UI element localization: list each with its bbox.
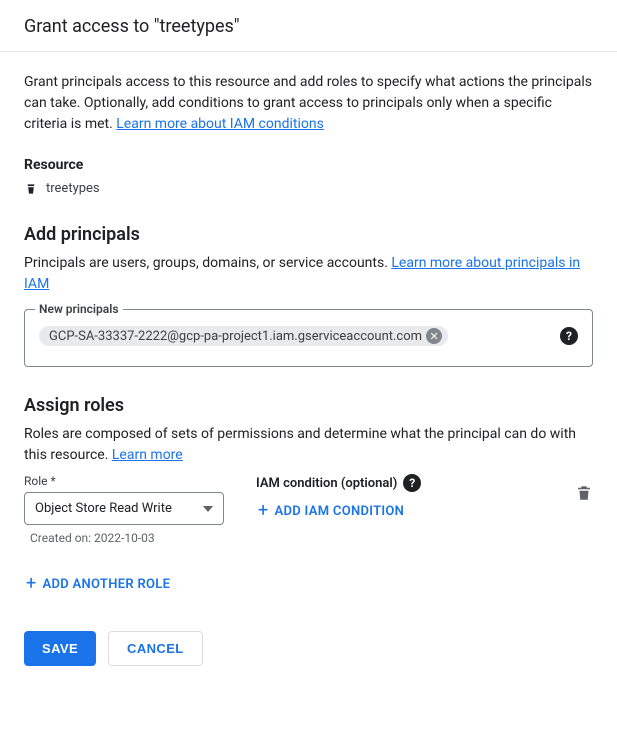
assign-roles-heading: Assign roles xyxy=(24,395,593,416)
role-field-label: Role * xyxy=(24,474,224,488)
help-icon[interactable]: ? xyxy=(560,327,578,345)
resource-name: treetypes xyxy=(46,181,100,196)
plus-icon: + xyxy=(258,502,269,520)
dialog-content: Grant principals access to this resource… xyxy=(0,52,617,690)
save-button[interactable]: SAVE xyxy=(24,631,96,666)
condition-label: IAM condition (optional) xyxy=(256,476,397,491)
bucket-icon xyxy=(24,182,38,196)
roles-desc-a: Roles are composed of sets of permission… xyxy=(24,426,576,463)
dialog-header: Grant access to "treetypes" xyxy=(0,0,617,52)
remove-chip-icon[interactable]: ✕ xyxy=(426,328,442,344)
principal-chip[interactable]: GCP-SA-33337-2222@gcp-pa-project1.iam.gs… xyxy=(39,326,448,346)
add-another-role-label: ADD ANOTHER ROLE xyxy=(43,577,171,592)
principals-desc: Principals are users, groups, domains, o… xyxy=(24,253,593,295)
help-icon[interactable]: ? xyxy=(403,474,421,492)
principals-desc-a: Principals are users, groups, domains, o… xyxy=(24,255,391,271)
cancel-button[interactable]: CANCEL xyxy=(108,631,203,666)
principal-chip-text: GCP-SA-33337-2222@gcp-pa-project1.iam.gs… xyxy=(49,329,422,344)
condition-column: IAM condition (optional) ? + ADD IAM CON… xyxy=(256,474,421,524)
role-select-value: Object Store Read Write xyxy=(35,501,172,516)
role-row: Role * Object Store Read Write Created o… xyxy=(24,474,593,545)
role-column: Role * Object Store Read Write Created o… xyxy=(24,474,224,545)
dialog-title: Grant access to "treetypes" xyxy=(24,16,593,37)
add-another-role-button[interactable]: + ADD ANOTHER ROLE xyxy=(24,571,172,597)
learn-iam-conditions-link[interactable]: Learn more about IAM conditions xyxy=(116,116,324,132)
add-principals-heading: Add principals xyxy=(24,224,593,245)
trash-icon xyxy=(575,484,593,502)
add-iam-condition-label: ADD IAM CONDITION xyxy=(275,504,405,519)
resource-heading: Resource xyxy=(24,157,593,173)
role-select[interactable]: Object Store Read Write xyxy=(24,492,224,525)
delete-role-button[interactable] xyxy=(575,474,593,506)
plus-icon: + xyxy=(26,575,37,593)
add-iam-condition-button[interactable]: + ADD IAM CONDITION xyxy=(256,498,421,524)
condition-label-row: IAM condition (optional) ? xyxy=(256,474,421,492)
new-principals-label: New principals xyxy=(35,302,123,316)
new-principals-field[interactable]: New principals GCP-SA-33337-2222@gcp-pa-… xyxy=(24,309,593,367)
learn-roles-link[interactable]: Learn more xyxy=(112,447,183,463)
action-buttons: SAVE CANCEL xyxy=(24,631,593,666)
intro-text: Grant principals access to this resource… xyxy=(24,72,593,135)
chevron-down-icon xyxy=(203,506,213,512)
roles-desc: Roles are composed of sets of permission… xyxy=(24,424,593,466)
role-created-text: Created on: 2022-10-03 xyxy=(30,531,224,545)
resource-row: treetypes xyxy=(24,181,593,196)
